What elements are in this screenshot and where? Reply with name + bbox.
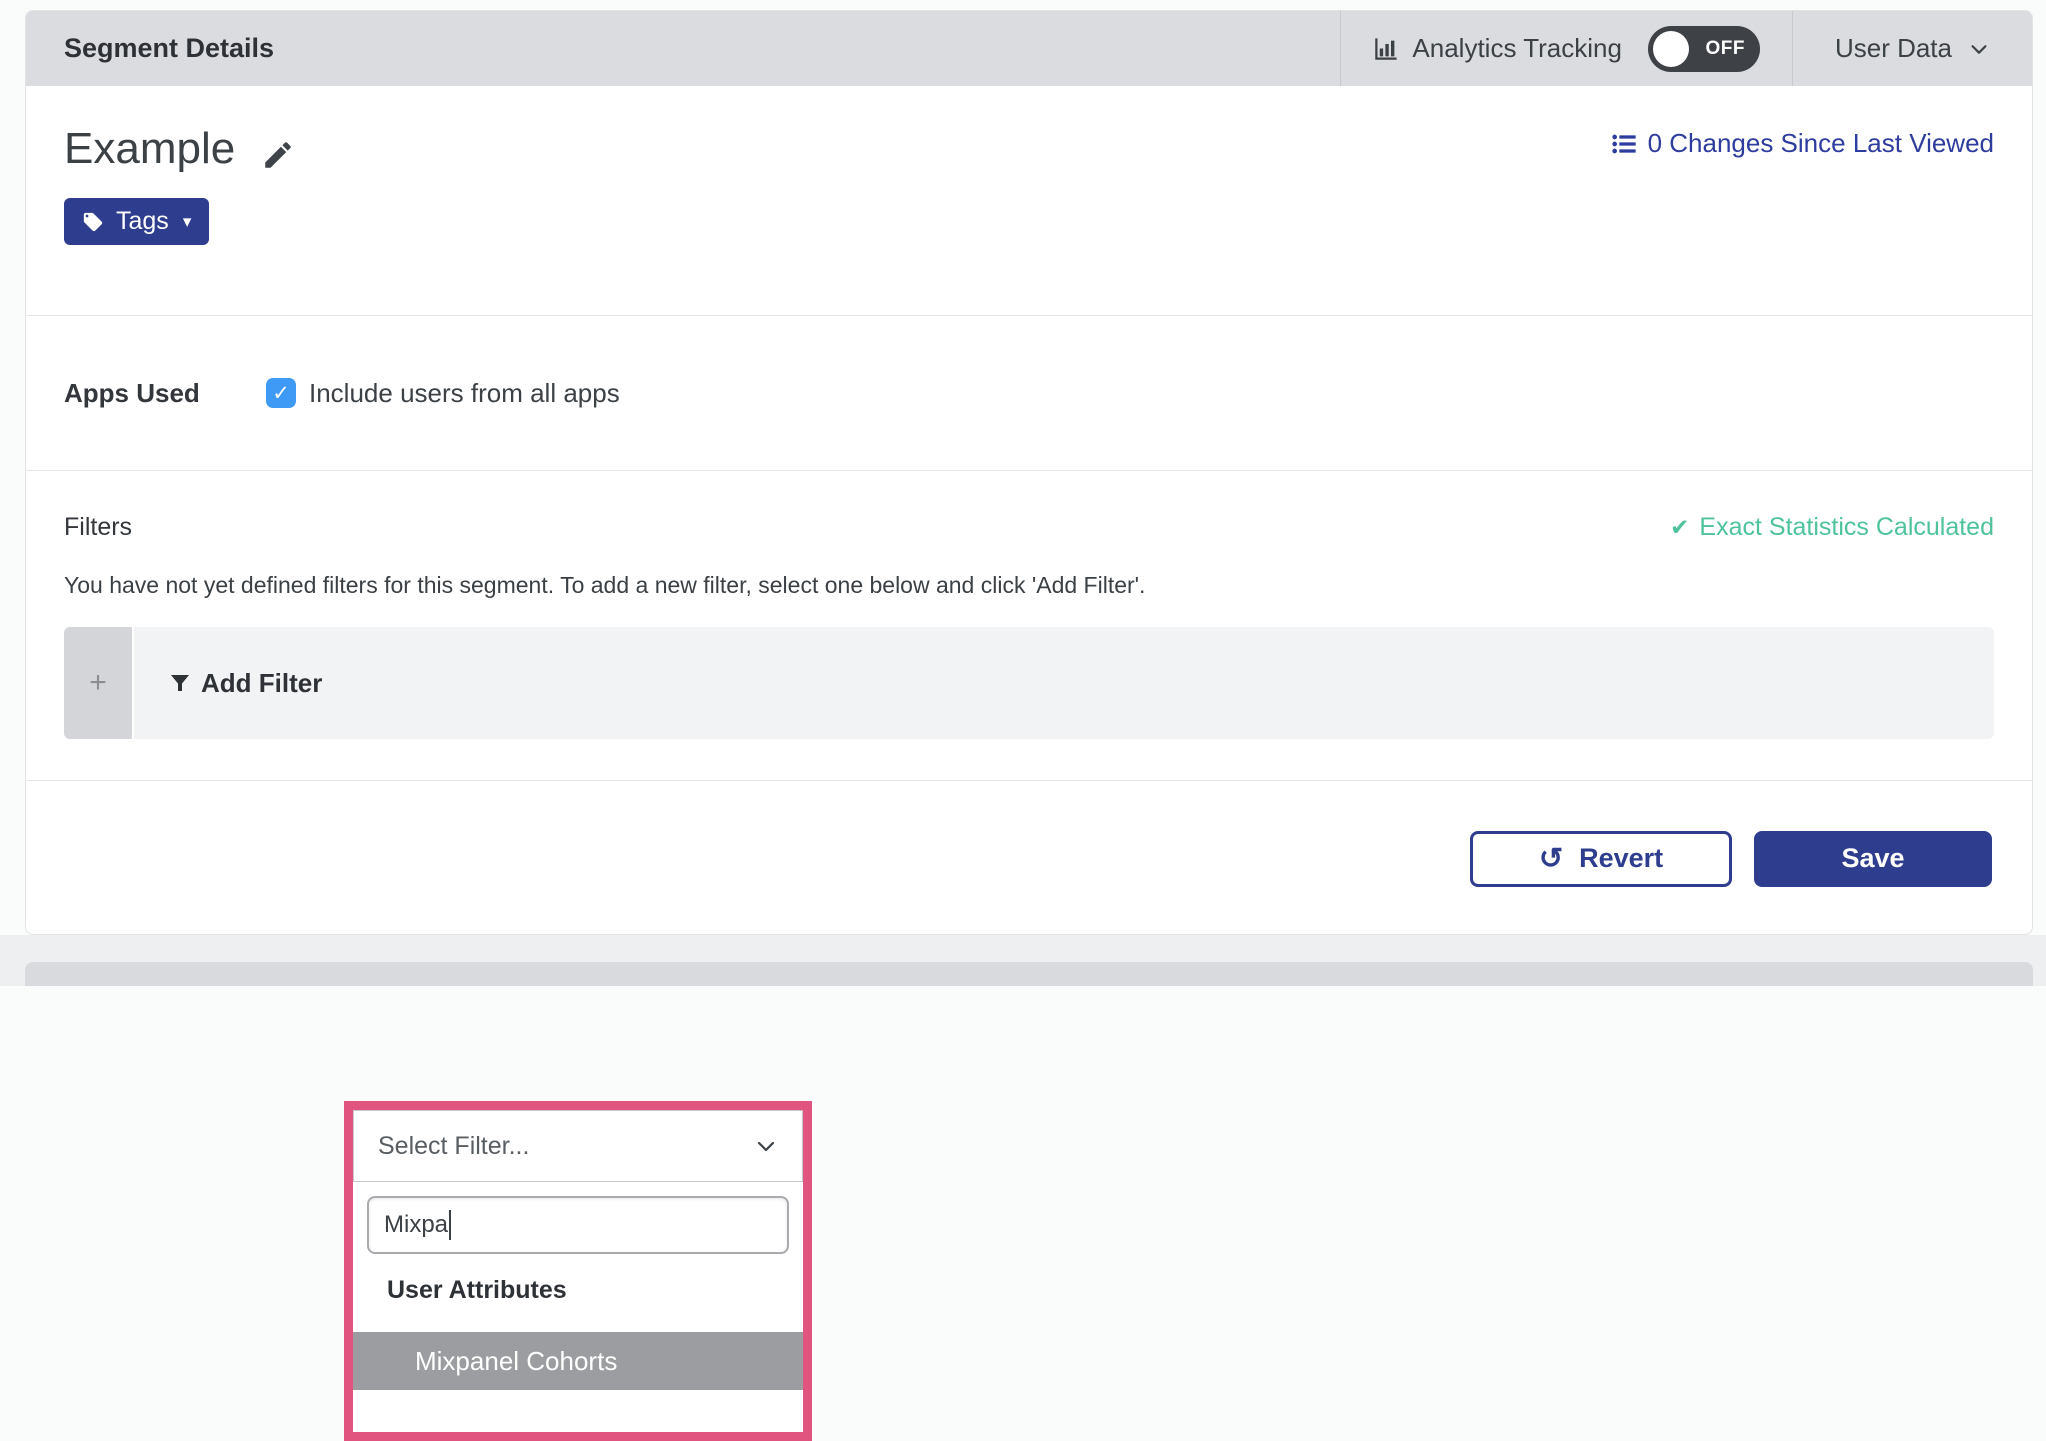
analytics-tracking-toggle[interactable]: OFF (1648, 26, 1760, 72)
filter-select-control[interactable]: Select Filter... (353, 1110, 803, 1182)
analytics-tracking-section: Analytics Tracking OFF (1340, 11, 1792, 86)
user-data-label: User Data (1835, 33, 1952, 64)
status-label: Exact Statistics Calculated (1699, 513, 1994, 542)
changes-since-last-viewed-link[interactable]: 0 Changes Since Last Viewed (1610, 128, 1994, 159)
page-title: Segment Details (26, 33, 274, 64)
tags-button[interactable]: Tags ▾ (64, 198, 209, 245)
changes-list-icon (1610, 130, 1638, 158)
filter-search-input[interactable]: Mixpa (367, 1196, 789, 1254)
filter-search-value: Mixpa (384, 1211, 448, 1239)
edit-pencil-icon[interactable] (261, 138, 295, 172)
text-cursor (449, 1210, 451, 1240)
include-all-apps-checkbox[interactable]: ✓ (266, 378, 296, 408)
add-filter-label: Add Filter (201, 668, 322, 699)
add-filter-row: + Add Filter (64, 627, 1994, 739)
tags-button-label: Tags (116, 207, 169, 236)
toggle-state-label: OFF (1705, 38, 1745, 60)
bar-chart-icon (1373, 35, 1400, 62)
revert-button-label: Revert (1579, 843, 1663, 874)
header-controls: Analytics Tracking OFF User Data (1340, 11, 2032, 86)
changes-link-label: 0 Changes Since Last Viewed (1648, 128, 1994, 159)
toggle-knob (1653, 31, 1689, 67)
option-group-header: User Attributes (353, 1276, 803, 1310)
segment-details-card: Segment Details Analytics Tracking OFF U… (25, 10, 2033, 935)
option-mixpanel-cohorts[interactable]: Mixpanel Cohorts (353, 1332, 803, 1390)
include-all-apps-label: Include users from all apps (309, 378, 620, 409)
plus-icon: + (89, 666, 107, 700)
segment-name: Example (64, 124, 235, 174)
status-check-icon: ✔ (1670, 514, 1689, 541)
funnel-icon (168, 671, 192, 695)
filters-section: Filters ✔ Exact Statistics Calculated Yo… (26, 471, 2032, 781)
save-button-label: Save (1841, 843, 1904, 874)
save-button[interactable]: Save (1754, 831, 1992, 887)
exact-statistics-status: ✔ Exact Statistics Calculated (1670, 513, 1994, 542)
revert-icon: ↺ (1539, 841, 1563, 876)
add-filter-bar: Add Filter (134, 627, 1994, 739)
apps-used-section: Apps Used ✓ Include users from all apps (26, 316, 2032, 471)
apps-used-label: Apps Used (64, 378, 266, 409)
footer-actions: ↺ Revert Save (26, 781, 2032, 936)
select-chevron-down-icon (754, 1134, 778, 1158)
segment-title-section: Example 0 Changes Since Last Viewed Tags… (26, 86, 2032, 316)
filters-heading: Filters (64, 513, 132, 542)
next-panel-header-strip (25, 962, 2033, 986)
checkbox-check-icon: ✓ (272, 381, 290, 406)
card-header: Segment Details Analytics Tracking OFF U… (26, 11, 2032, 86)
user-data-dropdown[interactable]: User Data (1792, 11, 2032, 86)
filters-description: You have not yet defined filters for thi… (64, 572, 1994, 599)
add-filter-plus-button[interactable]: + (64, 627, 132, 739)
filter-select-dropdown: Select Filter... Mixpa User Attributes M… (344, 1101, 812, 1441)
tag-icon (82, 211, 104, 233)
analytics-tracking-label: Analytics Tracking (1412, 33, 1622, 64)
revert-button[interactable]: ↺ Revert (1470, 831, 1732, 887)
caret-down-icon: ▾ (183, 212, 192, 232)
select-placeholder: Select Filter... (378, 1132, 529, 1161)
chevron-down-icon (1968, 38, 1990, 60)
